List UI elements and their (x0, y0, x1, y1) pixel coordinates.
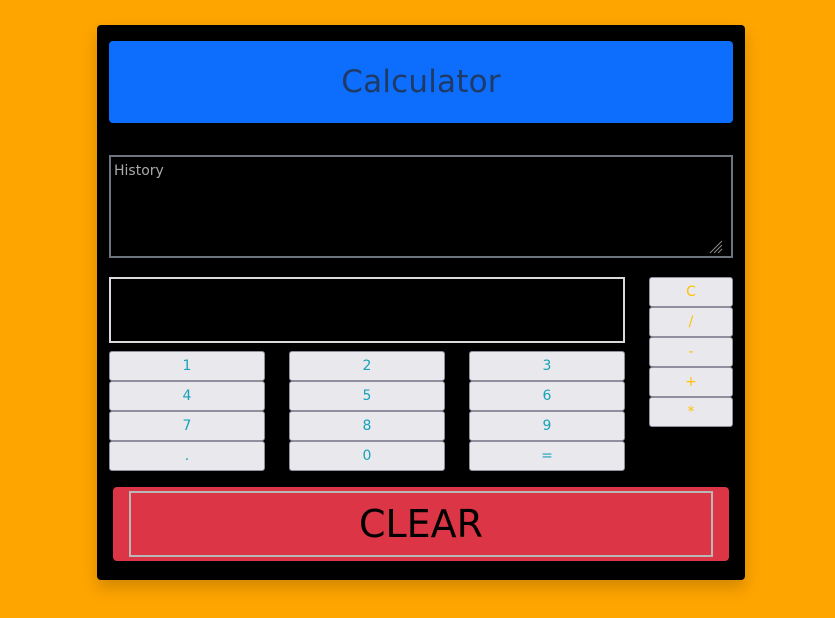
key-subtract[interactable]: - (649, 337, 733, 367)
key-3[interactable]: 3 (469, 351, 625, 381)
key-decimal[interactable]: . (109, 441, 265, 471)
calculator-panel: Calculator 1 2 3 4 5 6 7 8 9 . 0 = C / -… (97, 25, 745, 580)
key-6[interactable]: 6 (469, 381, 625, 411)
key-0[interactable]: 0 (289, 441, 445, 471)
key-add[interactable]: + (649, 367, 733, 397)
clear-container: CLEAR (113, 487, 729, 561)
history-textarea[interactable] (109, 155, 733, 258)
clear-button[interactable]: CLEAR (129, 491, 713, 557)
result-display[interactable] (109, 277, 625, 343)
key-7[interactable]: 7 (109, 411, 265, 441)
calculator-header: Calculator (109, 41, 733, 123)
page-title: Calculator (341, 64, 501, 100)
key-multiply[interactable]: * (649, 397, 733, 427)
key-2[interactable]: 2 (289, 351, 445, 381)
key-1[interactable]: 1 (109, 351, 265, 381)
key-divide[interactable]: / (649, 307, 733, 337)
key-equals[interactable]: = (469, 441, 625, 471)
key-8[interactable]: 8 (289, 411, 445, 441)
key-clear-entry[interactable]: C (649, 277, 733, 307)
key-5[interactable]: 5 (289, 381, 445, 411)
key-9[interactable]: 9 (469, 411, 625, 441)
key-4[interactable]: 4 (109, 381, 265, 411)
